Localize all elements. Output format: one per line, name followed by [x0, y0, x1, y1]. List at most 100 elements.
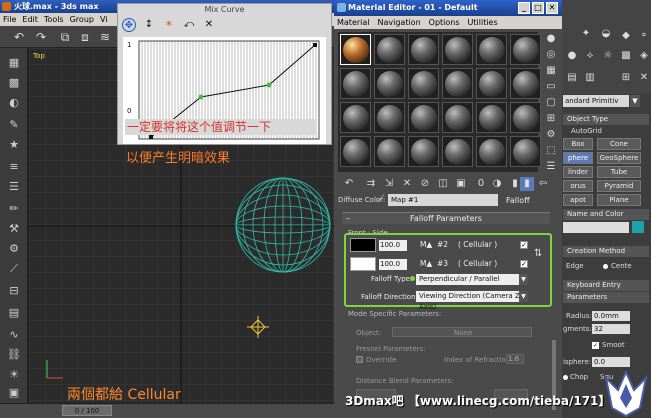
- name-and-color-rollout[interactable]: Name and Color: [563, 209, 649, 220]
- sample-slot[interactable]: [476, 136, 507, 167]
- sample-slot[interactable]: [408, 34, 439, 65]
- layers-tool-icon[interactable]: ☰: [6, 180, 22, 194]
- sample-slot[interactable]: [442, 68, 473, 99]
- menu-group[interactable]: Group: [70, 13, 94, 26]
- undo-icon[interactable]: ↶: [12, 30, 26, 44]
- ruler-tool-icon[interactable]: ⊟: [6, 284, 22, 298]
- menu-views[interactable]: Vi: [100, 13, 108, 26]
- motion-tab-icon[interactable]: ⚬: [638, 30, 650, 42]
- material-navigator-icon[interactable]: ☰: [544, 160, 558, 173]
- side-map-icon[interactable]: M▲: [420, 259, 432, 268]
- link-chain-icon[interactable]: ⛓: [6, 348, 22, 362]
- grid-tool-icon[interactable]: ▤: [6, 306, 22, 320]
- assign-material-icon[interactable]: ⇲: [382, 177, 396, 191]
- hierarchy-tab-icon[interactable]: ◆: [620, 30, 632, 42]
- gear-tool-icon[interactable]: ⚙: [6, 242, 22, 256]
- front-amount-spinner[interactable]: 100.0: [379, 240, 407, 251]
- center-radio[interactable]: Cente: [611, 262, 632, 270]
- creation-method-rollout[interactable]: Creation Method: [563, 246, 649, 257]
- object-type-rollout[interactable]: Object Type: [563, 114, 649, 125]
- create-tab-icon[interactable]: ✦: [580, 28, 592, 40]
- front-map-icon[interactable]: M▲: [420, 240, 432, 249]
- sample-slot[interactable]: [510, 34, 541, 65]
- lights-icon[interactable]: ☼: [602, 50, 614, 62]
- sample-slot[interactable]: [510, 102, 541, 133]
- side-color-swatch[interactable]: [350, 257, 376, 271]
- material-effects-icon[interactable]: 0: [474, 177, 488, 191]
- brush-tool-icon[interactable]: ✎: [6, 118, 22, 132]
- front-map-number[interactable]: #2: [437, 240, 448, 249]
- utilities-icon[interactable]: ✕: [638, 72, 650, 84]
- sample-slot[interactable]: [374, 102, 405, 133]
- swap-colors-icon[interactable]: ⇅: [534, 248, 542, 259]
- sphere-button[interactable]: phere: [563, 152, 593, 164]
- select-by-material-icon[interactable]: ⬚: [544, 144, 558, 157]
- unlink-icon[interactable]: ⧈: [78, 30, 92, 44]
- tube-button[interactable]: Tube: [597, 166, 641, 178]
- menu-file[interactable]: File: [3, 13, 16, 26]
- select-tool-icon[interactable]: ▦: [6, 56, 22, 70]
- backlight-icon[interactable]: ◎: [544, 48, 558, 61]
- keyboard-entry-rollout[interactable]: Keyboard Entry: [563, 280, 649, 291]
- sample-slot[interactable]: [442, 102, 473, 133]
- options-icon[interactable]: ⚙: [544, 128, 558, 141]
- sample-slot[interactable]: [374, 68, 405, 99]
- rotate-tool-icon[interactable]: ◐: [6, 96, 22, 110]
- falloff-type-dropdown[interactable]: Perpendicular / Parallel: [416, 274, 528, 285]
- ior-spinner[interactable]: 1.6: [506, 354, 524, 364]
- sample-slot[interactable]: [476, 34, 507, 65]
- plane-button[interactable]: Plane: [597, 194, 641, 206]
- geometry-icon[interactable]: ●: [566, 50, 578, 62]
- close-icon[interactable]: ✕: [546, 2, 558, 14]
- sample-slot[interactable]: [442, 136, 473, 167]
- category-dropdown-arrow-icon[interactable]: ▼: [630, 95, 640, 107]
- falloff-parameters-rollout[interactable]: – Falloff Parameters: [342, 212, 550, 224]
- autogrid-label[interactable]: AutoGrid: [571, 127, 602, 135]
- tools-icon[interactable]: ⊞: [620, 72, 632, 84]
- bind-space-warp-icon[interactable]: ≋: [98, 30, 112, 44]
- sample-slot[interactable]: [374, 34, 405, 65]
- spacewarps-icon[interactable]: ▤: [566, 72, 578, 84]
- front-color-swatch[interactable]: [350, 238, 376, 252]
- side-map-type[interactable]: ( Cellular ): [458, 259, 497, 268]
- sample-slot[interactable]: [340, 136, 371, 167]
- show-map-icon[interactable]: ◑: [490, 177, 504, 191]
- light-tool-icon[interactable]: ☀: [6, 368, 22, 382]
- edge-radio[interactable]: Edge: [566, 262, 584, 270]
- side-map-number[interactable]: #3: [437, 259, 448, 268]
- menu-options[interactable]: Options: [429, 16, 460, 29]
- pyramid-button[interactable]: Pyramid: [597, 180, 641, 192]
- menu-navigation[interactable]: Navigation: [378, 16, 421, 29]
- chop-radio[interactable]: Chop: [570, 373, 588, 381]
- sample-slot[interactable]: [510, 136, 541, 167]
- menu-edit[interactable]: Edit: [22, 13, 38, 26]
- falloff-direction-dropdown[interactable]: Viewing Direction (Camera Z-Axis): [416, 291, 528, 311]
- sample-slot[interactable]: [442, 34, 473, 65]
- override-checkbox[interactable]: [356, 356, 363, 363]
- box-button[interactable]: Box: [563, 138, 593, 150]
- reset-map-icon[interactable]: ✕: [400, 177, 414, 191]
- menu-material[interactable]: Material: [337, 16, 370, 29]
- sample-type-icon[interactable]: ●: [544, 32, 558, 45]
- sample-slot[interactable]: [408, 68, 439, 99]
- link-icon[interactable]: ⧉: [58, 30, 72, 44]
- go-forward-icon[interactable]: ⇦: [536, 177, 550, 191]
- segments-spinner[interactable]: 32: [592, 324, 630, 334]
- teapot-button[interactable]: apot: [563, 194, 593, 206]
- cone-button[interactable]: Cone: [597, 138, 641, 150]
- stack-tool-icon[interactable]: ≡: [6, 160, 22, 174]
- front-map-type[interactable]: ( Cellular ): [458, 240, 497, 249]
- cylinder-button[interactable]: linder: [563, 166, 593, 178]
- curve-tool-icon[interactable]: ∿: [6, 328, 22, 342]
- front-map-checkbox[interactable]: ✓: [520, 241, 528, 249]
- sample-slot[interactable]: [408, 136, 439, 167]
- smooth-checkbox[interactable]: ✓: [592, 342, 599, 349]
- star-tool-icon[interactable]: ★: [6, 138, 22, 152]
- sample-slot[interactable]: [374, 136, 405, 167]
- material-id-icon[interactable]: ▣: [454, 177, 468, 191]
- geosphere-button[interactable]: GeoSphere: [597, 152, 641, 164]
- camera-tool-icon[interactable]: ▣: [6, 386, 22, 400]
- pencil-tool-icon[interactable]: ✏: [6, 202, 22, 216]
- object-color-swatch[interactable]: [632, 221, 644, 233]
- add-point-icon[interactable]: ✶: [162, 18, 176, 32]
